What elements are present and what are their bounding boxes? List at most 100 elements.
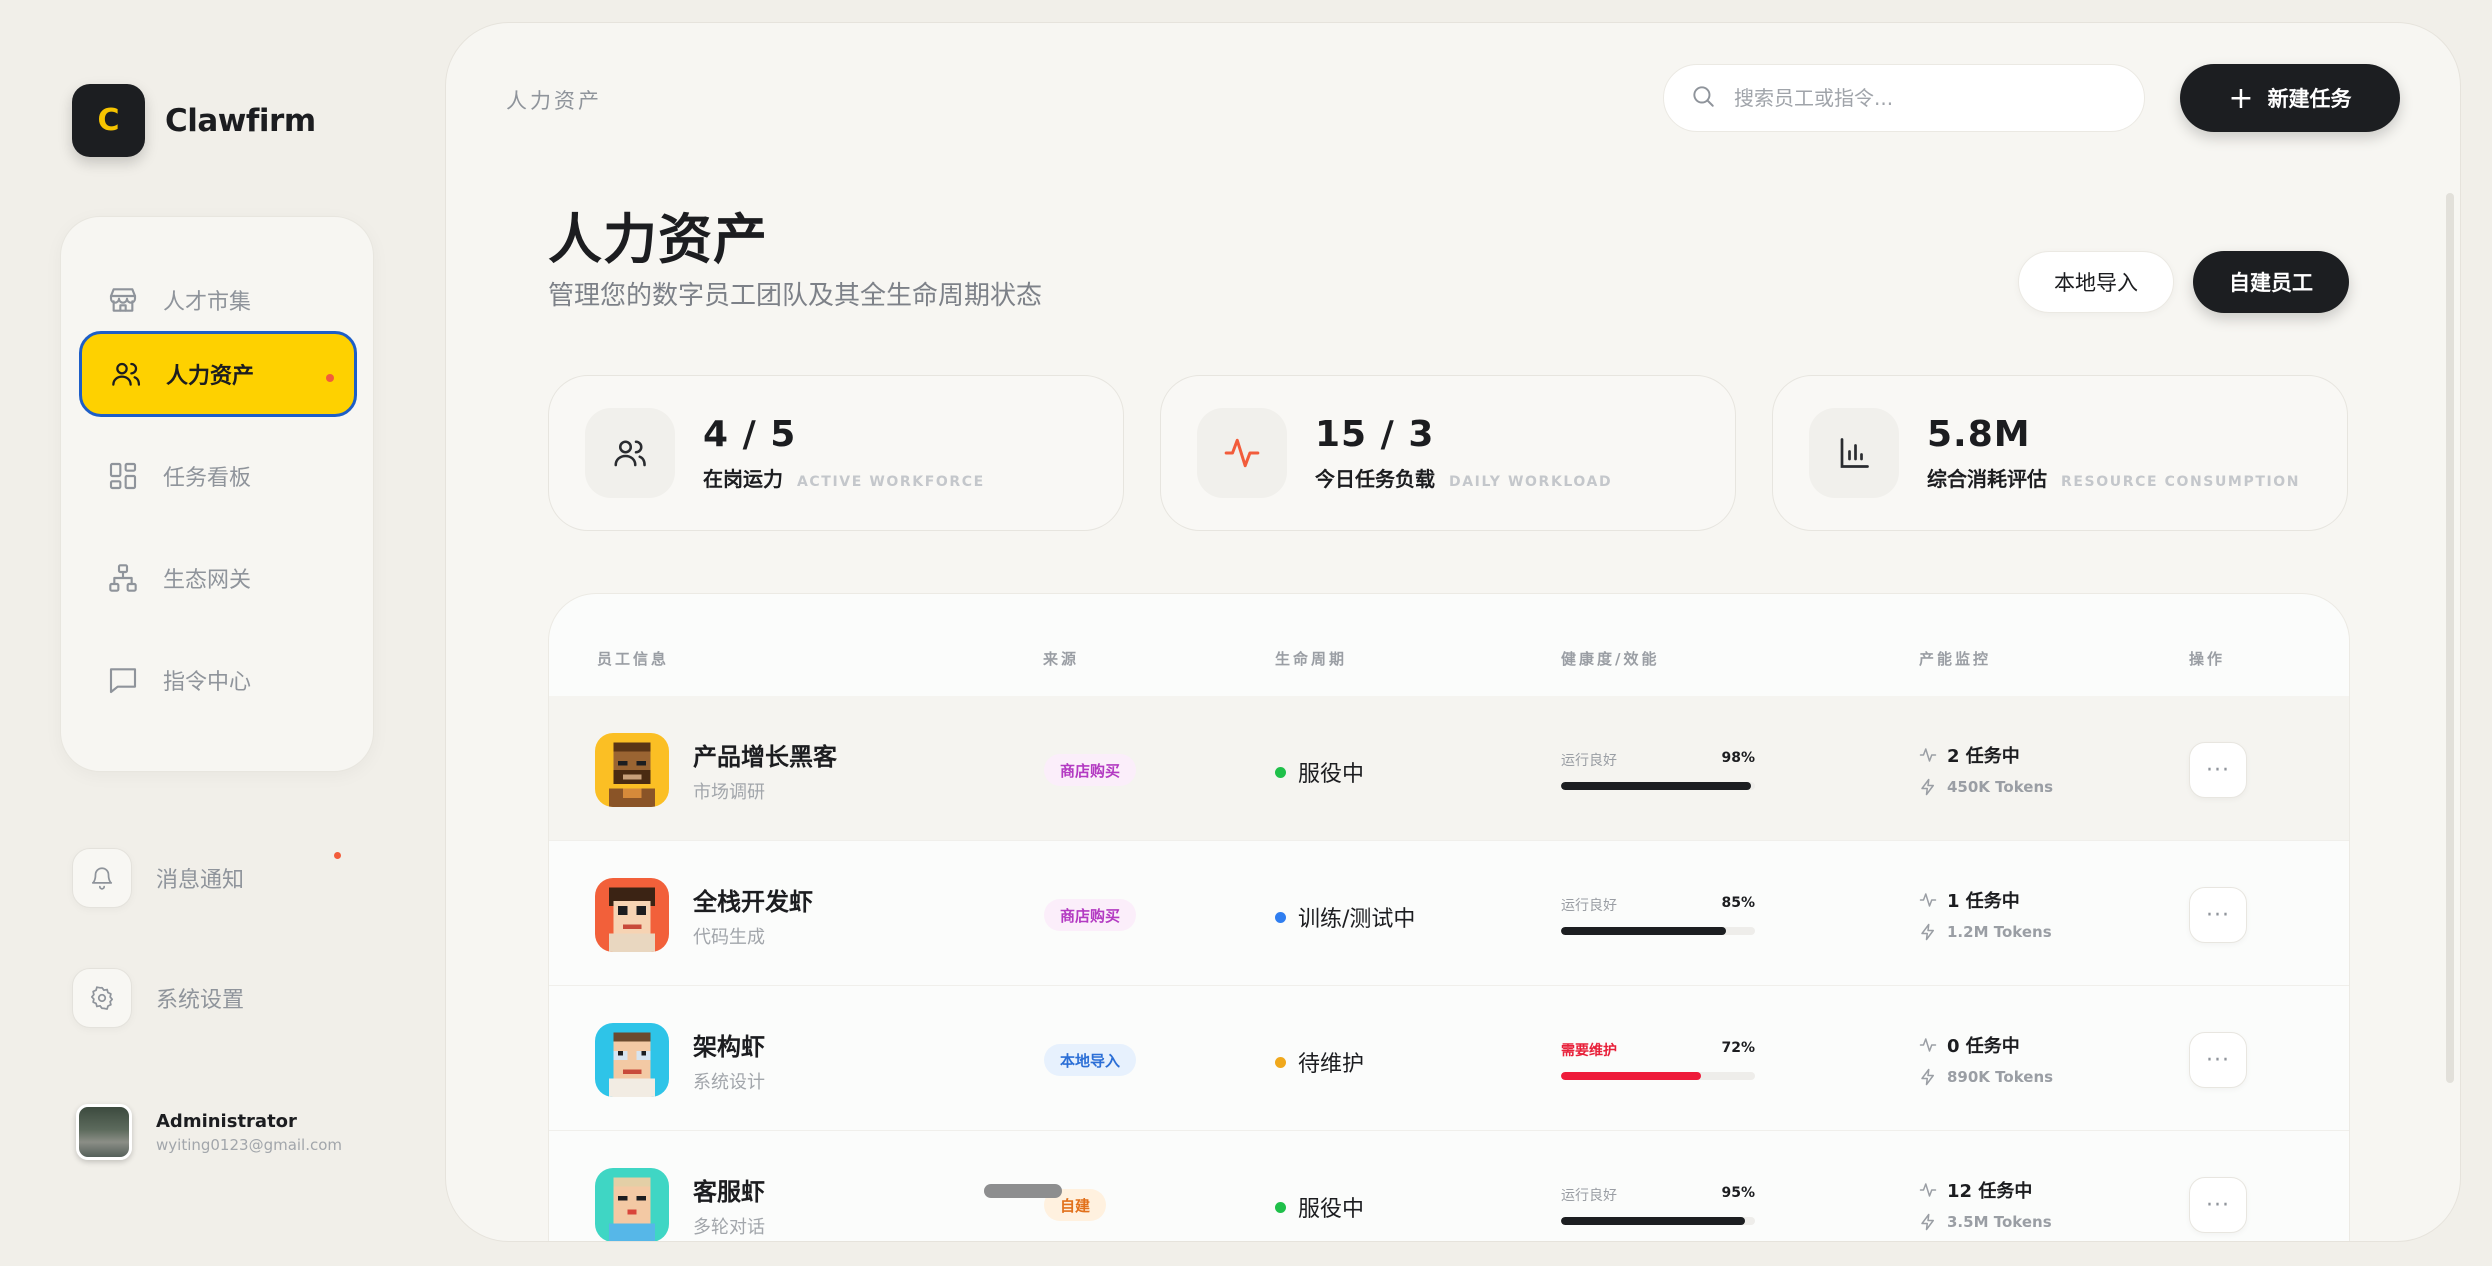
stat-value: 15 / 3 <box>1315 414 1435 455</box>
health-percent: 85% <box>1721 895 1755 911</box>
settings-label: 系统设置 <box>156 988 245 1013</box>
more-actions-button[interactable]: ··· <box>2189 742 2247 798</box>
employee-name: 架构虾 <box>693 1032 765 1061</box>
stat-card-consumption: 5.8M 综合消耗评估 RESOURCE CONSUMPTION <box>1772 375 2348 531</box>
sidebar-item-command-center[interactable]: 指令中心 <box>79 637 357 723</box>
breadcrumb: 人力资产 <box>506 89 602 113</box>
activity-icon <box>1919 893 1937 907</box>
sidebar-item-gateway[interactable]: 生态网关 <box>79 535 357 621</box>
unread-dot <box>326 374 334 382</box>
settings-button[interactable]: 系统设置 <box>72 968 244 1028</box>
column-header: 产能监控 <box>1919 650 1992 668</box>
stat-label: 今日任务负载 <box>1315 467 1435 491</box>
search-icon <box>1690 83 1716 113</box>
stat-card-workforce: 4 / 5 在岗运力 ACTIVE WORKFORCE <box>548 375 1124 531</box>
grid-icon <box>105 458 141 494</box>
activity-icon <box>1919 1038 1937 1052</box>
token-usage: 3.5M Tokens <box>1947 1213 2052 1231</box>
employee-table: 员工信息 来源 生命周期 健康度/效能 产能监控 操作 产品增长黑客 市场调研 … <box>548 593 2350 1241</box>
users-icon <box>585 408 675 498</box>
user-email: wyiting0123@gmail.com <box>156 1135 343 1154</box>
page-subtitle: 管理您的数字员工团队及其全生命周期状态 <box>548 281 1043 311</box>
sidebar-item-hr-assets[interactable]: 人力资产 <box>79 331 357 417</box>
sidebar-item-label: 人力资产 <box>166 364 255 389</box>
brand[interactable]: C Clawfirm <box>72 84 316 157</box>
plus-icon: + <box>2228 80 2254 116</box>
health-meter: 运行良好 95% <box>1561 1185 1755 1225</box>
health-meter: 需要维护 72% <box>1561 1040 1755 1080</box>
status-dot <box>1275 1056 1286 1068</box>
health-label: 需要维护 <box>1561 1043 1617 1059</box>
stat-label-en: RESOURCE CONSUMPTION <box>2061 474 2301 490</box>
user-profile[interactable]: Administrator wyiting0123@gmail.com <box>76 1104 342 1160</box>
drag-handle[interactable] <box>984 1184 1062 1198</box>
lifecycle-status: 服役中 <box>1275 756 1364 788</box>
stat-label: 综合消耗评估 <box>1927 467 2047 491</box>
productivity-monitor: 12 任务中 3.5M Tokens <box>1919 1177 2052 1231</box>
search-box[interactable] <box>1663 64 2145 132</box>
more-actions-button[interactable]: ··· <box>2189 1177 2247 1233</box>
health-bar-fill <box>1561 927 1726 935</box>
health-label: 运行良好 <box>1561 898 1617 914</box>
lifecycle-status: 服役中 <box>1275 1191 1364 1223</box>
create-employee-button[interactable]: 自建员工 <box>2193 251 2349 313</box>
more-actions-button[interactable]: ··· <box>2189 1032 2247 1088</box>
table-row[interactable]: 全栈开发虾 代码生成 商店购买 训练/测试中 运行良好 85% 1 任务中 1.… <box>549 841 2349 986</box>
lifecycle-label: 待维护 <box>1298 1052 1365 1077</box>
employee-name: 产品增长黑客 <box>693 742 837 771</box>
scrollbar[interactable] <box>2446 193 2454 1083</box>
employee-role: 系统设计 <box>693 1071 765 1093</box>
bell-icon <box>72 848 132 908</box>
more-actions-button[interactable]: ··· <box>2189 887 2247 943</box>
column-header: 员工信息 <box>597 650 670 668</box>
health-percent: 95% <box>1721 1185 1755 1201</box>
sidebar-item-task-board[interactable]: 任务看板 <box>79 433 357 519</box>
stat-value: 5.8M <box>1927 414 2031 455</box>
stat-label-en: ACTIVE WORKFORCE <box>797 474 985 490</box>
source-badge: 商店购买 <box>1044 754 1137 786</box>
column-header: 操作 <box>2189 650 2226 668</box>
column-header: 生命周期 <box>1275 650 1348 668</box>
employee-name: 全栈开发虾 <box>693 887 813 916</box>
health-bar <box>1561 927 1755 935</box>
notification-dot <box>334 852 341 859</box>
health-bar <box>1561 1217 1755 1225</box>
notifications-button[interactable]: 消息通知 <box>72 848 244 908</box>
health-bar <box>1561 1072 1755 1080</box>
user-name: Administrator <box>156 1110 297 1132</box>
task-count: 1 任务中 <box>1947 891 2020 912</box>
bar-chart-icon <box>1809 408 1899 498</box>
new-task-button[interactable]: + 新建任务 <box>2180 64 2400 132</box>
productivity-monitor: 2 任务中 450K Tokens <box>1919 742 2053 796</box>
local-import-button[interactable]: 本地导入 <box>2018 251 2174 313</box>
activity-icon <box>1919 748 1937 762</box>
status-dot <box>1275 1201 1286 1213</box>
bolt-icon <box>1921 778 1934 796</box>
message-icon <box>105 662 141 698</box>
avatar <box>76 1104 132 1160</box>
brand-name: Clawfirm <box>165 102 316 139</box>
activity-icon <box>1197 408 1287 498</box>
task-count: 2 任务中 <box>1947 746 2020 767</box>
sidebar-nav: 人才市集 人力资产 任务看板 生态网关 指令中心 <box>60 216 374 772</box>
stat-card-workload: 15 / 3 今日任务负载 DAILY WORKLOAD <box>1160 375 1736 531</box>
sidebar-item-label: 生态网关 <box>163 568 252 593</box>
table-row[interactable]: 客服虾 多轮对话 自建 服役中 运行良好 95% 12 任务中 3.5M Tok… <box>549 1131 2349 1241</box>
main-panel: 人力资产 + 新建任务 人力资产 管理您的数字员工团队及其全生命周期状态 本地导… <box>445 22 2461 1242</box>
sidebar-item-label: 任务看板 <box>163 466 252 491</box>
search-input[interactable] <box>1734 86 2114 110</box>
source-badge: 本地导入 <box>1044 1044 1137 1076</box>
table-row[interactable]: 产品增长黑客 市场调研 商店购买 服役中 运行良好 98% 2 任务中 450K… <box>549 696 2349 841</box>
employee-role: 多轮对话 <box>693 1216 765 1238</box>
health-percent: 72% <box>1721 1040 1755 1056</box>
table-row[interactable]: 架构虾 系统设计 本地导入 待维护 需要维护 72% 0 任务中 890K To… <box>549 986 2349 1131</box>
column-header: 健康度/效能 <box>1561 650 1660 668</box>
productivity-monitor: 1 任务中 1.2M Tokens <box>1919 887 2052 941</box>
stat-value: 4 / 5 <box>703 414 797 455</box>
health-meter: 运行良好 85% <box>1561 895 1755 935</box>
health-bar-fill <box>1561 1072 1701 1080</box>
sidebar-item-label: 指令中心 <box>163 670 252 695</box>
lifecycle-label: 训练/测试中 <box>1298 907 1416 932</box>
employee-avatar <box>595 733 669 807</box>
health-bar <box>1561 782 1755 790</box>
